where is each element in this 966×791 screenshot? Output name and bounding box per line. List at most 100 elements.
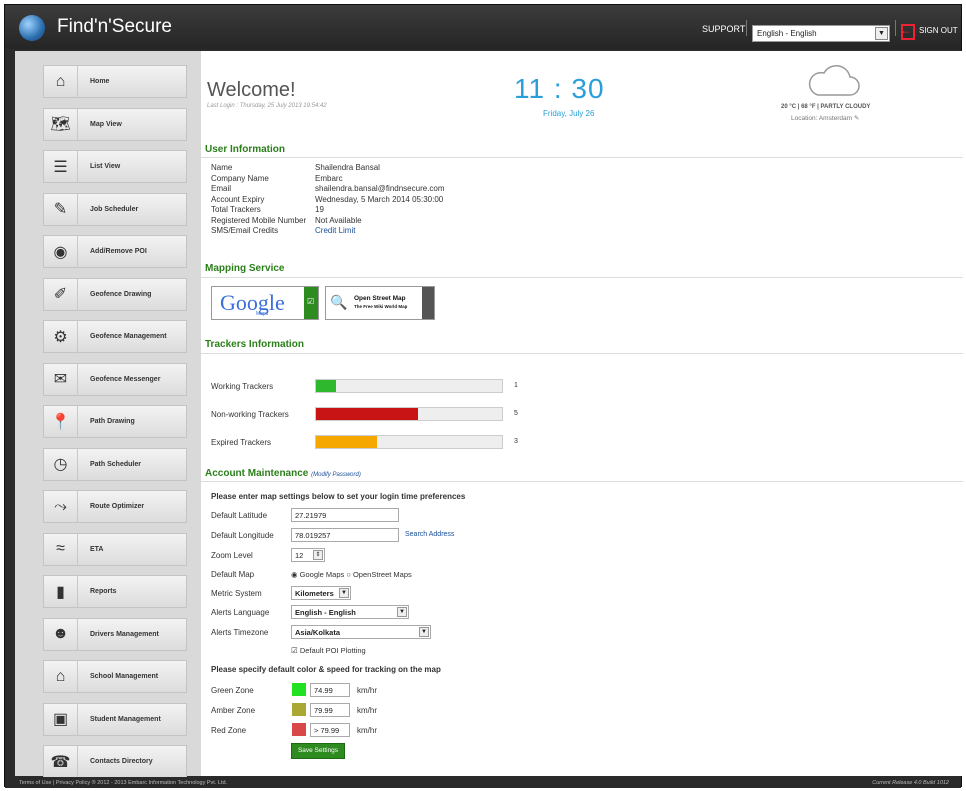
chevron-down-icon[interactable]: ▼ <box>339 588 349 598</box>
top-header: Find'n'Secure SUPPORT English - English … <box>5 5 961 49</box>
sidebar-item[interactable]: ⌂ Home <box>43 65 187 98</box>
geofence-drawing-icon: ✐ <box>44 277 78 311</box>
longitude-input[interactable]: 78.019257 <box>291 528 399 542</box>
sidebar-item[interactable]: ◷ Path Scheduler <box>43 447 187 481</box>
clock-date: Friday, July 26 <box>543 109 595 118</box>
chevron-down-icon[interactable]: ▼ <box>397 607 407 617</box>
sidebar-item[interactable]: ✎ Job Scheduler <box>43 192 187 226</box>
latitude-label: Default Latitude <box>211 511 268 520</box>
sidebar-item[interactable]: ☻ Drivers Management <box>43 617 187 651</box>
sidebar-item-label: Geofence Messenger <box>90 375 161 383</box>
sidebar-item[interactable]: 📍 Path Drawing <box>43 405 187 438</box>
zone-color-swatch[interactable] <box>292 703 306 716</box>
path-scheduler-icon: ◷ <box>44 447 78 481</box>
sidebar-item[interactable]: ✐ Geofence Drawing <box>43 277 187 311</box>
info-label: Total Trackers <box>211 205 261 214</box>
save-settings-button[interactable]: Save Settings <box>291 743 345 759</box>
chevron-down-icon[interactable]: ▼ <box>875 27 888 40</box>
checkbox-checked-icon[interactable]: ☑ <box>291 646 298 655</box>
zone-speed-input[interactable]: 74.99 <box>310 683 350 697</box>
tracker-label: Working Trackers <box>211 382 274 391</box>
messenger-icon: ✉ <box>44 362 78 396</box>
google-maps-option[interactable]: Google Maps ☑ <box>211 286 319 320</box>
info-value: Wednesday, 5 March 2014 05:30:00 <box>315 194 444 204</box>
radio-empty-icon[interactable]: ○ <box>346 570 351 579</box>
signout-link[interactable]: SIGN OUT <box>919 26 958 35</box>
sidebar-item[interactable]: ▣ Student Management <box>43 702 187 736</box>
radio-selected-icon[interactable]: ◉ <box>291 570 298 579</box>
sidebar-item[interactable]: ⤳ Route Optimizer <box>43 490 187 523</box>
mapping-title: Mapping Service <box>205 263 285 274</box>
sidebar-item[interactable]: ◉ Add/Remove POI <box>43 235 187 268</box>
info-label: Company Name <box>211 173 269 183</box>
language-select[interactable]: English - English ▼ <box>752 25 890 42</box>
zone-color-swatch[interactable] <box>292 683 306 696</box>
zone-unit: km/hr <box>357 686 377 695</box>
sidebar-item[interactable]: 🗺 Map View <box>43 107 187 141</box>
footer-release: Current Release 4.0 Build 1012 <box>872 780 949 786</box>
alerts-timezone-select[interactable]: Asia/Kolkata ▼ <box>291 625 431 639</box>
zoom-value: 12 <box>295 551 304 560</box>
sidebar-item-label: Contacts Directory <box>90 758 153 765</box>
clock-time: 11 : 30 <box>514 73 605 104</box>
poi-plotting-checkbox[interactable]: ☑ Default POI Plotting <box>291 646 366 655</box>
sidebar-item[interactable]: ⚙ Geofence Management <box>43 320 187 353</box>
default-map-label: Default Map <box>211 570 255 579</box>
osm-radio-label[interactable]: OpenStreet Maps <box>353 570 412 579</box>
weather-text: 20 °C | 68 °F | PARTLY CLOUDY <box>781 104 871 110</box>
reports-icon: ▮ <box>44 575 78 608</box>
tracker-label: Expired Trackers <box>211 438 272 447</box>
zoom-stepper[interactable]: 12 ⇕ <box>291 548 325 562</box>
tracker-count: 3 <box>514 438 518 445</box>
search-address-link[interactable]: Search Address <box>405 531 454 538</box>
metric-select[interactable]: Kilometers ▼ <box>291 586 351 600</box>
latitude-input[interactable]: 27.21979 <box>291 508 399 522</box>
list-icon: ☰ <box>44 150 78 183</box>
sidebar-item[interactable]: ≈ ETA <box>43 532 187 566</box>
student-icon: ▣ <box>44 702 78 736</box>
trackers-title: Trackers Information <box>205 339 304 350</box>
zone-speed-input[interactable]: 79.99 <box>310 703 350 717</box>
divider <box>201 157 963 158</box>
edit-pencil-icon[interactable]: ✎ <box>854 115 859 122</box>
osm-sub: The Free Wiki World Map <box>354 304 408 309</box>
zone-label: Amber Zone <box>211 706 256 715</box>
selected-check-icon: ☑ <box>304 287 318 319</box>
chevron-down-icon[interactable]: ▼ <box>419 627 429 637</box>
sidebar-item[interactable]: ✉ Geofence Messenger <box>43 362 187 396</box>
alerts-language-select[interactable]: English - English ▼ <box>291 605 409 619</box>
sidebar-item-label: List View <box>90 163 121 170</box>
sidebar-item[interactable]: ▮ Reports <box>43 575 187 608</box>
info-value: Shailendra Bansal <box>315 163 380 172</box>
modify-password-link[interactable]: (Modify Password) <box>311 472 361 478</box>
osm-title: Open Street Map <box>354 295 406 302</box>
sidebar-item-label: Route Optimizer <box>90 503 145 510</box>
account-title: Account Maintenance (Modify Password) <box>205 468 361 479</box>
zone-color-swatch[interactable] <box>292 723 306 736</box>
contacts-icon: ☎ <box>44 745 78 778</box>
sidebar-item-label: Reports <box>90 588 117 595</box>
footer-legal[interactable]: Terms of Use | Privacy Policy ® 2012 - 2… <box>19 780 227 786</box>
sidebar-item[interactable]: ☰ List View <box>43 150 187 183</box>
tracker-bar <box>315 435 503 449</box>
school-icon: ⌂ <box>44 660 78 693</box>
path-drawing-icon: 📍 <box>44 405 78 438</box>
sidebar-item-label: Home <box>90 78 110 85</box>
weather-location: Location: Amsterdam ✎ <box>791 115 860 122</box>
stepper-icon[interactable]: ⇕ <box>313 550 323 560</box>
zoom-label: Zoom Level <box>211 551 253 560</box>
credit-limit-link[interactable]: Credit Limit <box>315 226 355 235</box>
osm-logo-icon: 🔍 <box>330 294 348 310</box>
zone-speed-input[interactable]: > 79.99 <box>310 723 350 737</box>
support-link[interactable]: SUPPORT <box>702 24 745 34</box>
sidebar-item[interactable]: ☎ Contacts Directory <box>43 745 187 778</box>
sidebar-item[interactable]: ⌂ School Management <box>43 660 187 693</box>
signout-icon[interactable] <box>900 23 915 40</box>
prefs-heading: Please enter map settings below to set y… <box>211 492 466 501</box>
alerts-lang-label: Alerts Language <box>211 608 270 617</box>
route-optimizer-icon: ⤳ <box>44 490 78 523</box>
divider <box>201 277 963 278</box>
last-login: Last Login : Thursday, 25 July 2013 19:5… <box>207 103 327 109</box>
osm-option[interactable]: 🔍 Open Street Map The Free Wiki World Ma… <box>325 286 435 320</box>
google-maps-radio-label[interactable]: Google Maps <box>300 570 345 579</box>
